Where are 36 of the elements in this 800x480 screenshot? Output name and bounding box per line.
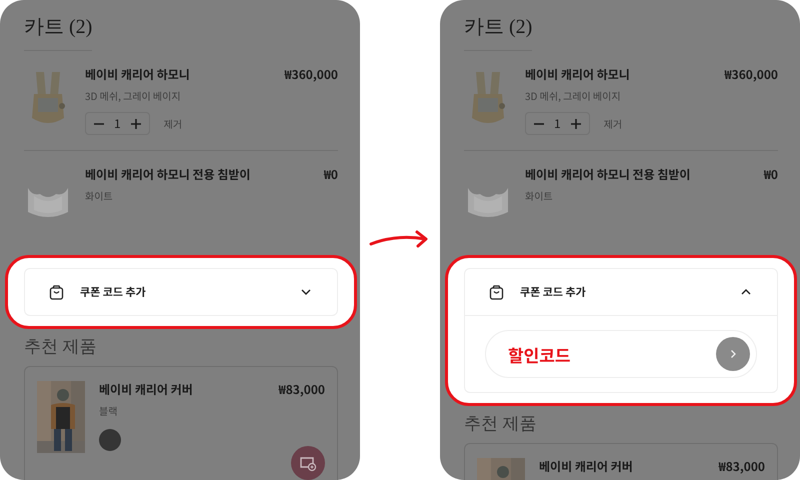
coupon-toggle[interactable]: 쿠폰 코드 추가 [80, 284, 283, 300]
product-name: 베이비 캐리어 커버 [99, 381, 193, 398]
product-price: ₩0 [324, 166, 338, 183]
quantity-value: 1 [114, 115, 121, 132]
product-name: 베이비 캐리어 하모니 [525, 66, 630, 83]
product-price: ₩0 [764, 166, 778, 183]
coupon-toggle[interactable]: 쿠폰 코드 추가 [520, 284, 723, 300]
product-option: 블랙 [99, 403, 325, 418]
color-swatch[interactable] [99, 429, 121, 451]
remove-link[interactable]: 제거 [164, 116, 182, 131]
product-option: 화이트 [85, 188, 338, 203]
input-field[interactable]: 할인코드 [485, 330, 757, 378]
remove-link[interactable]: 제거 [604, 116, 622, 131]
plus-icon[interactable] [568, 116, 583, 130]
section-heading: 추천 제품 [24, 336, 96, 358]
coupon-code: 할인코드 [508, 342, 572, 366]
bag-icon [49, 284, 64, 300]
cart-title: 카트 (2) [464, 0, 532, 51]
product-price: ₩83,000 [718, 458, 765, 475]
plus-icon[interactable] [128, 116, 143, 130]
product-option: 3D 메쉬, 그레이 베이지 [525, 88, 778, 103]
submit-button[interactable] [716, 337, 750, 371]
bag-icon [489, 284, 504, 300]
product-name: 베이비 캐리어 하모니 전용 침받이 [85, 166, 250, 183]
section-heading: 추천 제품 [464, 413, 536, 435]
product-price: ₩360,000 [284, 66, 338, 83]
product-name: 베이비 캐리어 하모니 전용 침받이 [525, 166, 690, 183]
cart-title: 카트 (2) [24, 0, 92, 51]
quantity-value: 1 [554, 115, 561, 132]
product-price: ₩83,000 [278, 381, 325, 398]
add-to-cart-button[interactable] [291, 446, 325, 480]
product-option: 화이트 [525, 188, 778, 203]
product-price: ₩360,000 [724, 66, 778, 83]
product-name: 베이비 캐리어 커버 [539, 458, 633, 475]
product-name: 베이비 캐리어 하모니 [85, 66, 190, 83]
product-option: 3D 메쉬, 그레이 베이지 [85, 88, 338, 103]
